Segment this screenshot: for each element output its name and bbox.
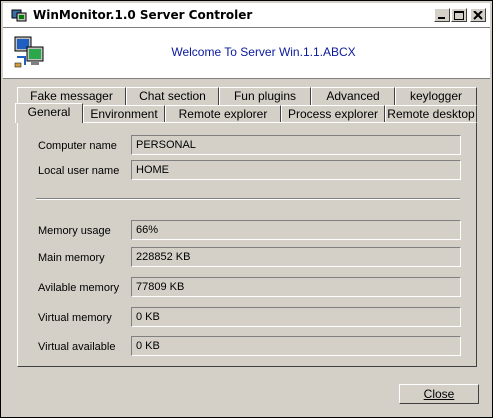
virtual-memory-field[interactable]: 0 KB xyxy=(131,307,461,327)
title-bar[interactable]: WinMonitor.1.0 Server Controler xyxy=(3,3,490,28)
close-button[interactable]: Close xyxy=(399,384,479,404)
tab-chat-section[interactable]: Chat section xyxy=(126,87,219,105)
welcome-text: Welcome To Server Win.1.1.ABCX xyxy=(171,45,356,59)
main-window: WinMonitor.1.0 Server Controler Welcome … xyxy=(0,0,493,418)
available-memory-field[interactable]: 77809 KB xyxy=(131,277,461,297)
tab-general[interactable]: General xyxy=(15,103,83,123)
available-memory-label: Avilable memory xyxy=(38,282,120,294)
computer-name-field[interactable]: PERSONAL xyxy=(131,135,461,155)
tab-keylogger[interactable]: keylogger xyxy=(395,87,477,105)
virtual-memory-label: Virtual memory xyxy=(38,312,112,324)
computer-name-label: Computer name xyxy=(38,140,117,152)
close-button-label: Close xyxy=(423,387,455,401)
divider xyxy=(36,198,460,200)
general-panel: Computer name PERSONAL Local user name H… xyxy=(17,122,477,367)
virtual-available-label: Virtual available xyxy=(38,341,116,353)
tab-environment[interactable]: Environment xyxy=(83,105,165,123)
app-icon xyxy=(11,9,27,22)
welcome-banner: Welcome To Server Win.1.1.ABCX xyxy=(3,28,490,79)
window-title: WinMonitor.1.0 Server Controler xyxy=(33,8,253,22)
maximize-icon xyxy=(454,11,464,20)
minimize-button[interactable] xyxy=(434,8,450,22)
close-window-button[interactable] xyxy=(470,8,486,22)
maximize-button[interactable] xyxy=(451,8,467,22)
minimize-icon xyxy=(438,17,445,19)
local-user-label: Local user name xyxy=(38,165,120,177)
tab-remote-explorer[interactable]: Remote explorer xyxy=(165,105,281,123)
main-memory-field[interactable]: 228852 KB xyxy=(131,247,461,267)
tab-advanced[interactable]: Advanced xyxy=(311,87,395,105)
tab-process-explorer[interactable]: Process explorer xyxy=(281,105,385,123)
close-icon xyxy=(473,11,483,20)
memory-usage-label: Memory usage xyxy=(38,225,111,237)
tab-remote-desktop[interactable]: Remote desktop xyxy=(385,105,477,123)
memory-usage-field[interactable]: 66% xyxy=(131,220,461,240)
virtual-available-field[interactable]: 0 KB xyxy=(131,336,461,356)
tab-row-back: Fake messager Chat section Fun plugins A… xyxy=(17,87,477,105)
tab-fun-plugins[interactable]: Fun plugins xyxy=(219,87,311,105)
local-user-field[interactable]: HOME xyxy=(131,160,461,180)
tab-row-front: General Environment Remote explorer Proc… xyxy=(15,103,477,123)
main-memory-label: Main memory xyxy=(38,252,105,264)
